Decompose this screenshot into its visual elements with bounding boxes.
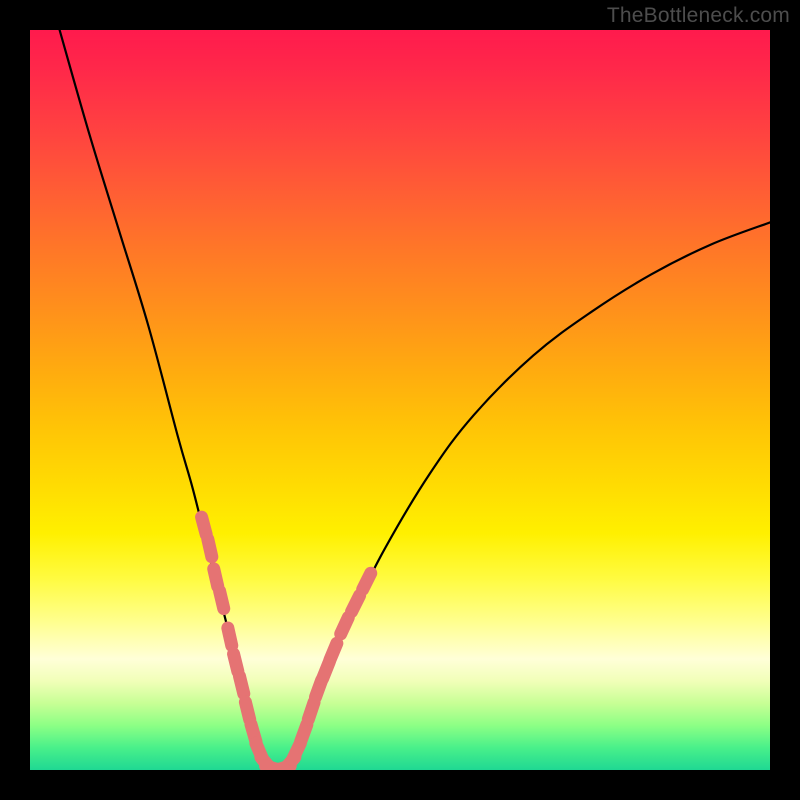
marker-segment: [214, 569, 218, 587]
watermark-text: TheBottleneck.com: [607, 4, 790, 28]
highlighted-range: [202, 517, 371, 770]
chart-frame: TheBottleneck.com: [0, 0, 800, 800]
marker-segment: [352, 595, 360, 611]
marker-segment: [234, 654, 238, 671]
marker-segment: [363, 573, 371, 589]
marker-segment: [202, 517, 207, 534]
marker-segment: [308, 702, 314, 719]
marker-segment: [239, 676, 243, 693]
marker-segment: [330, 643, 337, 660]
curve-layer: [30, 30, 770, 770]
plot-area: [30, 30, 770, 770]
marker-segment: [301, 725, 307, 742]
marker-segment: [341, 618, 349, 634]
marker-segment: [228, 628, 232, 646]
marker-segment: [245, 702, 249, 719]
marker-segment: [208, 539, 212, 557]
bottleneck-curve: [60, 30, 770, 770]
marker-segment: [220, 591, 224, 609]
